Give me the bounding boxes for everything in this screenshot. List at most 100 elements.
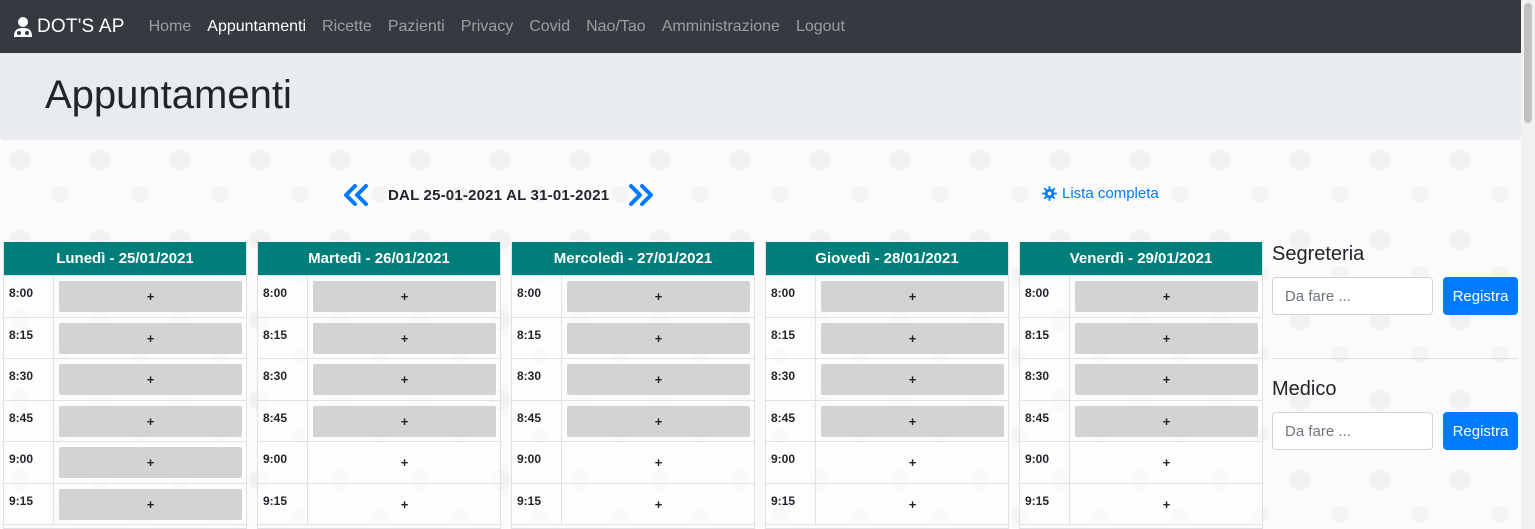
time-slot-row: 9:15 + [766, 483, 1008, 525]
medico-register-button[interactable]: Registra [1443, 412, 1518, 450]
add-appointment-button[interactable]: + [313, 322, 496, 354]
lista-completa-link[interactable]: Lista completa [1042, 185, 1159, 202]
slot-cell: + [816, 442, 1008, 483]
add-appointment-button[interactable]: + [1075, 281, 1258, 312]
day-column: Giovedì - 28/01/2021 8:00 +8:15 +8:30 +8:45 +… [765, 242, 1009, 529]
time-slot-row: 8:00 + [4, 276, 246, 318]
nav-amministrazione[interactable]: Amministrazione [662, 18, 780, 36]
add-appointment-button[interactable]: + [59, 322, 242, 354]
double-chevron-left-icon[interactable] [342, 184, 370, 206]
slot-time: 8:45 [4, 400, 54, 441]
nav-home[interactable]: Home [149, 18, 192, 36]
slot-cell: + [54, 401, 246, 442]
nav-ricette[interactable]: Ricette [322, 18, 372, 36]
day-header: Venerdì - 29/01/2021 [1020, 242, 1262, 276]
add-appointment-button[interactable]: + [1075, 489, 1258, 520]
slot-time: 8:00 [512, 276, 562, 317]
add-appointment-button[interactable]: + [313, 281, 496, 312]
add-appointment-button[interactable]: + [567, 405, 750, 437]
slot-time: 8:15 [258, 317, 308, 358]
week-navigator: DAL 25-01-2021 AL 31-01-2021 [342, 184, 655, 206]
time-slot-row: 8:15 + [1020, 317, 1262, 359]
slot-time: 8:15 [4, 317, 54, 358]
add-appointment-button[interactable]: + [567, 364, 750, 395]
add-appointment-button[interactable]: + [821, 364, 1004, 395]
slot-cell: + [308, 442, 500, 483]
slot-time: 9:15 [1020, 483, 1070, 524]
add-appointment-button[interactable]: + [59, 447, 242, 478]
slot-cell: + [308, 318, 500, 359]
slot-cell: + [1070, 401, 1262, 442]
add-appointment-button[interactable]: + [821, 489, 1004, 520]
nav-pazienti[interactable]: Pazienti [388, 18, 445, 36]
add-appointment-button[interactable]: + [567, 489, 750, 520]
slot-cell: + [562, 484, 754, 525]
add-appointment-button[interactable]: + [821, 281, 1004, 312]
day-header: Giovedì - 28/01/2021 [766, 242, 1008, 276]
time-slot-row: 9:00 + [766, 442, 1008, 484]
segreteria-input[interactable] [1272, 277, 1433, 315]
slot-time: 9:15 [4, 483, 54, 524]
time-slot-row: 8:45 + [512, 400, 754, 442]
add-appointment-button[interactable]: + [59, 281, 242, 312]
add-appointment-button[interactable]: + [59, 488, 242, 520]
slot-time: 8:45 [1020, 400, 1070, 441]
add-appointment-button[interactable]: + [313, 447, 496, 478]
add-appointment-button[interactable]: + [59, 364, 242, 395]
nav-logout[interactable]: Logout [796, 18, 845, 36]
segreteria-register-button[interactable]: Registra [1443, 277, 1518, 315]
slot-time: 8:00 [1020, 276, 1070, 317]
slot-cell: + [308, 276, 500, 317]
add-appointment-button[interactable]: + [567, 281, 750, 312]
slot-cell: + [562, 359, 754, 400]
nav-appuntamenti[interactable]: Appuntamenti [207, 18, 306, 36]
add-appointment-button[interactable]: + [567, 322, 750, 354]
slot-cell: + [1070, 359, 1262, 400]
slot-time: 8:00 [766, 276, 816, 317]
add-appointment-button[interactable]: + [1075, 322, 1258, 354]
slot-time: 9:00 [258, 442, 308, 483]
brand[interactable]: DOT'S AP [13, 16, 125, 38]
time-slot-row: 8:30 + [1020, 359, 1262, 401]
time-slot-row: 8:15 + [766, 317, 1008, 359]
add-appointment-button[interactable]: + [313, 489, 496, 520]
day-column: Venerdì - 29/01/2021 8:00 +8:15 +8:30 +8:45 +… [1019, 242, 1263, 529]
time-slot-row: 8:15 + [258, 317, 500, 359]
add-appointment-button[interactable]: + [821, 447, 1004, 478]
time-slot-row: 8:30 + [258, 359, 500, 401]
slot-time: 8:30 [4, 359, 54, 400]
day-header: Martedì - 26/01/2021 [258, 242, 500, 276]
slot-cell: + [816, 318, 1008, 359]
add-appointment-button[interactable]: + [821, 405, 1004, 437]
time-slot-row: 8:15 + [4, 317, 246, 359]
slot-time: 8:15 [766, 317, 816, 358]
slot-cell: + [1070, 318, 1262, 359]
nav-covid[interactable]: Covid [529, 18, 570, 36]
slot-cell: + [308, 401, 500, 442]
slot-time: 9:00 [4, 442, 54, 483]
scrollbar-thumb[interactable] [1524, 3, 1532, 123]
time-slot-row: 9:15 + [4, 483, 246, 525]
add-appointment-button[interactable]: + [821, 322, 1004, 354]
add-appointment-button[interactable]: + [313, 405, 496, 437]
time-slot-row: 9:00 + [512, 442, 754, 484]
time-slot-row: 8:30 + [4, 359, 246, 401]
add-appointment-button[interactable]: + [313, 364, 496, 395]
add-appointment-button[interactable]: + [1075, 405, 1258, 437]
slot-cell: + [816, 359, 1008, 400]
nav-privacy[interactable]: Privacy [461, 18, 513, 36]
nav-nao-tao[interactable]: Nao/Tao [586, 18, 646, 36]
medico-input[interactable] [1272, 412, 1433, 450]
slot-cell: + [816, 401, 1008, 442]
page-scrollbar[interactable] [1521, 0, 1535, 529]
add-appointment-button[interactable]: + [1075, 447, 1258, 478]
main-nav: Home Appuntamenti Ricette Pazienti Priva… [149, 18, 861, 36]
slot-cell: + [54, 442, 246, 483]
slot-cell: + [1070, 484, 1262, 525]
add-appointment-button[interactable]: + [567, 447, 750, 478]
add-appointment-button[interactable]: + [59, 405, 242, 437]
navbar: DOT'S AP Home Appuntamenti Ricette Pazie… [0, 0, 1521, 53]
slot-time: 8:30 [512, 359, 562, 400]
add-appointment-button[interactable]: + [1075, 364, 1258, 395]
double-chevron-right-icon[interactable] [627, 184, 655, 206]
